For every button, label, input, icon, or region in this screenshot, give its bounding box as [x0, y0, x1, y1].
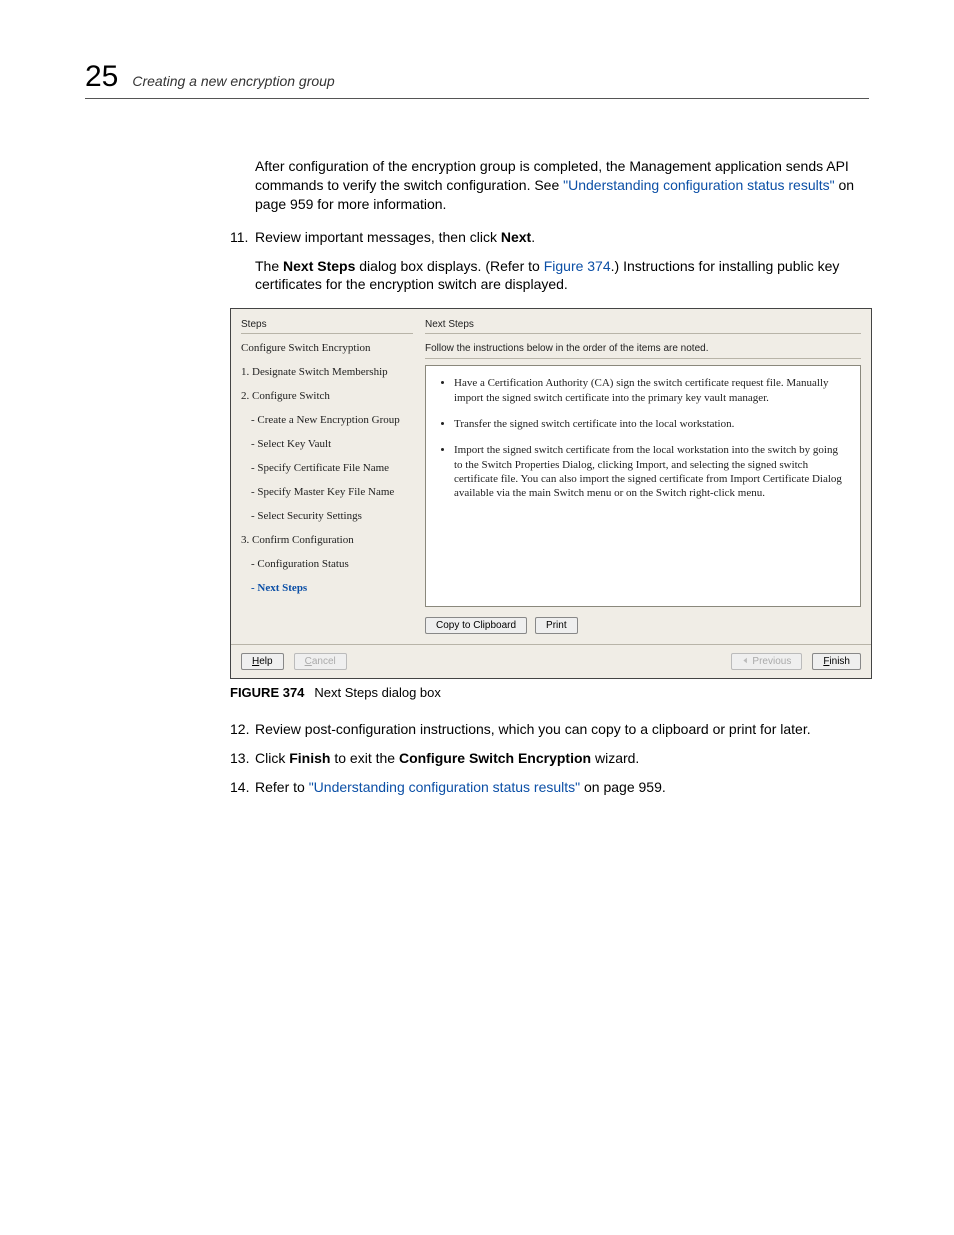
dialog-footer: Help Cancel Previous Finish: [231, 644, 871, 678]
intro-link[interactable]: "Understanding configuration status resu…: [563, 177, 834, 193]
step-11-sub: The Next Steps dialog box displays. (Ref…: [255, 257, 869, 295]
page-header: 25 Creating a new encryption group: [85, 60, 869, 99]
t: to exit the: [330, 750, 398, 766]
sub-t1: The: [255, 258, 283, 274]
step-item: 2. Configure Switch: [241, 390, 413, 402]
chapter-number: 25: [85, 60, 118, 94]
b: Finish: [289, 750, 330, 766]
step-number: 11.: [230, 228, 255, 247]
previous-label: Previous: [752, 656, 791, 667]
step-text: Review post-configuration instructions, …: [255, 720, 869, 739]
results-link[interactable]: "Understanding configuration status resu…: [309, 779, 580, 795]
step-item: 1. Designate Switch Membership: [241, 366, 413, 378]
step-sub-current: - Next Steps: [251, 582, 413, 594]
instr-bullet: Have a Certification Authority (CA) sign…: [454, 376, 846, 405]
step-number: 14.: [230, 778, 255, 797]
step-bold: Next: [501, 229, 531, 245]
t: Refer to: [255, 779, 309, 795]
step-13: 13. Click Finish to exit the Configure S…: [230, 749, 869, 768]
right-heading: Next Steps: [425, 319, 861, 334]
copy-button[interactable]: Copy to Clipboard: [425, 617, 527, 634]
step-item: 3. Confirm Configuration: [241, 534, 413, 546]
instruction-box: Have a Certification Authority (CA) sign…: [425, 365, 861, 607]
t: wizard.: [591, 750, 639, 766]
step-sub: - Create a New Encryption Group: [251, 414, 413, 426]
step-12: 12. Review post-configuration instructio…: [230, 720, 869, 739]
step-text: Review important messages, then click: [255, 229, 501, 245]
left-arrow-icon: [742, 657, 749, 664]
figure-text: Next Steps dialog box: [314, 685, 440, 700]
figure-label: FIGURE 374: [230, 685, 304, 700]
page: 25 Creating a new encryption group After…: [0, 0, 954, 1235]
step-number: 13.: [230, 749, 255, 768]
step-sub: - Specify Master Key File Name: [251, 486, 413, 498]
step-sub: - Select Security Settings: [251, 510, 413, 522]
instruction-head: Follow the instructions below in the ord…: [425, 342, 861, 359]
sub-b1: Next Steps: [283, 258, 355, 274]
step-sub: - Specify Certificate File Name: [251, 462, 413, 474]
print-button[interactable]: Print: [535, 617, 578, 634]
steps-pane: Steps Configure Switch Encryption 1. Des…: [231, 309, 421, 644]
b: Configure Switch Encryption: [399, 750, 591, 766]
steps-title: Configure Switch Encryption: [241, 342, 413, 354]
step-number: 12.: [230, 720, 255, 739]
chapter-title: Creating a new encryption group: [132, 73, 334, 89]
sub-t2: dialog box displays. (Refer to: [355, 258, 543, 274]
steps-heading: Steps: [241, 319, 413, 334]
step-11: 11. Review important messages, then clic…: [230, 228, 869, 247]
intro-paragraph: After configuration of the encryption gr…: [255, 157, 869, 214]
previous-button: Previous: [731, 653, 802, 670]
figure-caption: FIGURE 374 Next Steps dialog box: [230, 685, 869, 700]
step-sub: - Select Key Vault: [251, 438, 413, 450]
t: Click: [255, 750, 289, 766]
figure-link[interactable]: Figure 374: [544, 258, 611, 274]
step-14: 14. Refer to "Understanding configuratio…: [230, 778, 869, 797]
cancel-button: Cancel: [294, 653, 347, 670]
dialog-screenshot: Steps Configure Switch Encryption 1. Des…: [230, 308, 869, 679]
finish-button[interactable]: Finish: [812, 653, 861, 670]
right-pane: Next Steps Follow the instructions below…: [421, 309, 871, 644]
step-tail: .: [531, 229, 535, 245]
instr-bullet: Transfer the signed switch certificate i…: [454, 417, 846, 431]
step-sub: - Configuration Status: [251, 558, 413, 570]
instr-bullet: Import the signed switch certificate fro…: [454, 443, 846, 500]
help-button[interactable]: Help: [241, 653, 284, 670]
t: on page 959.: [580, 779, 666, 795]
next-steps-dialog: Steps Configure Switch Encryption 1. Des…: [230, 308, 872, 679]
